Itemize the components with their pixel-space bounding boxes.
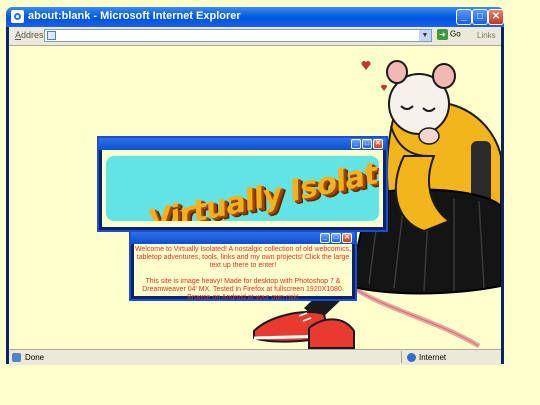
page-status-icon — [12, 353, 21, 362]
address-toolbar: Address ▼ ➜ Go Links — [9, 27, 501, 46]
go-label: Go — [450, 29, 461, 39]
banner-window: _ □ ✕ Virtually Isolated — [97, 136, 388, 232]
welcome-window: _ □ ✕ Welcome to Virtually Isolated! A n… — [129, 230, 357, 301]
banner-maximize-button[interactable]: □ — [362, 139, 372, 149]
address-dropdown-icon[interactable]: ▼ — [419, 30, 431, 41]
minimize-button[interactable]: _ — [456, 9, 472, 25]
links-button[interactable]: Links — [477, 31, 496, 40]
welcome-paragraph-2: This site is image heavy! Made for deskt… — [142, 278, 344, 301]
zone-text: Internet — [419, 353, 447, 362]
welcome-window-title-bar[interactable]: _ □ ✕ — [131, 232, 355, 244]
maximize-button[interactable]: □ — [472, 9, 488, 25]
site-logo-link[interactable]: Virtually Isolated — [145, 156, 379, 221]
welcome-minimize-button[interactable]: _ — [320, 233, 330, 243]
ie-logo-icon — [11, 10, 24, 23]
welcome-maximize-button[interactable]: □ — [331, 233, 341, 243]
page-icon — [47, 31, 56, 40]
address-input[interactable]: ▼ — [44, 29, 432, 42]
banner-minimize-button[interactable]: _ — [351, 139, 361, 149]
status-text: Done — [25, 353, 45, 362]
globe-icon — [407, 353, 416, 362]
close-button[interactable]: ✕ — [488, 9, 504, 25]
welcome-paragraph-1: Welcome to Virtually Isolated! A nostalg… — [134, 246, 352, 269]
welcome-window-body: Welcome to Virtually Isolated! A nostalg… — [134, 244, 352, 301]
go-arrow-icon: ➜ — [437, 29, 448, 40]
site-banner: Virtually Isolated — [106, 156, 379, 221]
go-button[interactable]: ➜ Go — [437, 29, 461, 40]
welcome-close-button[interactable]: ✕ — [342, 233, 352, 243]
banner-close-button[interactable]: ✕ — [373, 139, 383, 149]
window-title: about:blank - Microsoft Internet Explore… — [28, 10, 241, 22]
ie-title-bar[interactable]: about:blank - Microsoft Internet Explore… — [6, 7, 504, 27]
welcome-text: Welcome to Virtually Isolated! A nostalg… — [134, 246, 352, 310]
status-bar: Done Internet — [9, 349, 501, 365]
status-separator — [401, 351, 402, 363]
banner-window-body: Virtually Isolated — [102, 150, 383, 227]
banner-window-title-bar[interactable]: _ □ ✕ — [99, 138, 386, 150]
